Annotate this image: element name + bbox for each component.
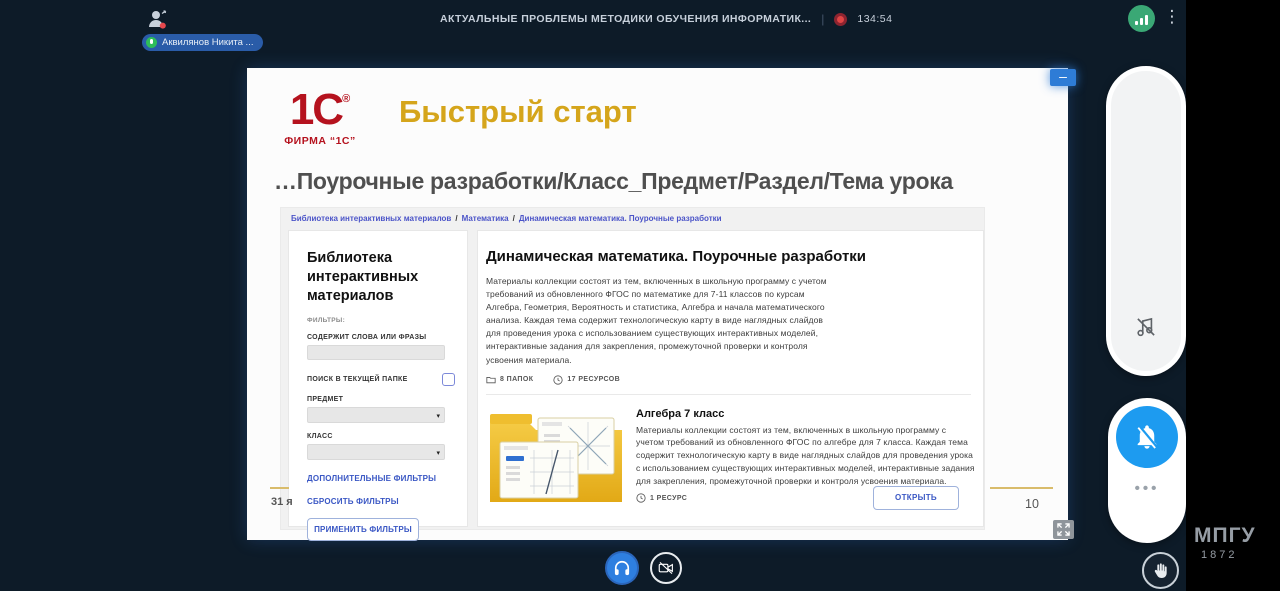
shared-slide: – 1С® ФИРМА “1С” Быстрый старт …Поурочны… (247, 68, 1068, 540)
bell-off-icon (1133, 423, 1161, 451)
fullscreen-icon[interactable] (1053, 520, 1074, 539)
1c-logo: 1С® ФИРМА “1С” (265, 88, 375, 147)
collection-panel: Динамическая математика. Поурочные разра… (477, 230, 984, 527)
chevron-down-icon: ▾ (436, 412, 440, 420)
class-label: КЛАСС (307, 433, 453, 440)
breadcrumb: Библиотека интерактивных материалов / Ма… (281, 208, 984, 228)
divider (486, 394, 971, 395)
participant-pill[interactable]: Аквилянов Никита ... (142, 34, 263, 51)
meeting-topbar: АКТУАЛЬНЫЕ ПРОБЛЕМЫ МЕТОДИКИ ОБУЧЕНИЯ ИН… (440, 8, 893, 30)
registered-mark: ® (342, 93, 350, 105)
search-label: СОДЕРЖИТ СЛОВА ИЛИ ФРАЗЫ (307, 334, 453, 341)
course-card-title[interactable]: Алгебра 7 класс (636, 408, 969, 420)
apply-filters-button[interactable]: ПРИМЕНИТЬ ФИЛЬТРЫ (307, 518, 419, 541)
folder-icon (486, 375, 496, 384)
filters-label: ФИЛЬТРЫ: (307, 317, 453, 324)
camera-off-icon (657, 559, 675, 577)
breadcrumb-separator: / (455, 214, 457, 223)
current-folder-checkbox[interactable] (442, 373, 455, 386)
breadcrumb-link-library[interactable]: Библиотека интерактивных материалов (291, 214, 451, 223)
camera-off-button[interactable] (650, 552, 682, 584)
folders-meta: 8 ПАПОК (486, 375, 533, 384)
library-webpage: Библиотека интерактивных материалов / Ма… (280, 207, 985, 530)
course-card: Алгебра 7 класс Материалы коллекции сост… (486, 400, 969, 518)
1c-logo-text: 1С® (265, 88, 375, 132)
slide-title: Быстрый старт (399, 94, 637, 130)
filters-sidebar: Библиотека интерактивных материалов ФИЛЬ… (288, 230, 468, 527)
meeting-window: МПГУ 1872 АКТУАЛЬНЫЕ ПРОБЛЕМЫ МЕТОДИКИ О… (0, 0, 1280, 591)
breadcrumb-current: Динамическая математика. Поурочные разра… (519, 214, 722, 223)
watermark-title: МПГУ (1194, 524, 1256, 548)
footer-note: 31 я (271, 496, 293, 508)
clock-icon (636, 493, 646, 503)
signal-bar (1145, 15, 1148, 25)
course-card-description: Материалы коллекции состоят из тем, вклю… (636, 424, 976, 488)
class-select[interactable]: ▾ (307, 444, 445, 460)
music-off-icon (1133, 314, 1159, 345)
page-number: 10 (1025, 497, 1039, 511)
subject-select[interactable]: ▾ (307, 407, 445, 423)
more-options-icon[interactable]: ••• (1108, 480, 1186, 497)
chevron-down-icon: ▾ (436, 449, 440, 457)
collection-meta: 8 ПАПОК 17 РЕСУРСОВ (486, 375, 969, 385)
watermark-year: 1872 (1194, 549, 1256, 561)
reset-filters-link[interactable]: СБРОСИТЬ ФИЛЬТРЫ (307, 497, 453, 506)
notifications-muted-button[interactable] (1116, 406, 1178, 468)
course-resources-count: 1 РЕСУРС (650, 495, 687, 502)
meeting-timer: 134:54 (857, 13, 892, 25)
resources-meta: 17 РЕСУРСОВ (553, 375, 620, 385)
extra-filters-link[interactable]: ДОПОЛНИТЕЛЬНЫЕ ФИЛЬТРЫ (307, 474, 453, 483)
headphones-icon (612, 558, 632, 578)
topbar-separator: | (821, 12, 824, 26)
participant-name: Аквилянов Никита ... (162, 37, 253, 48)
audio-output-button[interactable] (605, 551, 639, 585)
signal-bar (1140, 18, 1143, 25)
breadcrumb-separator: / (513, 214, 515, 223)
notification-panel: ••• (1108, 398, 1186, 543)
participant-tile (1106, 66, 1186, 376)
right-letterbox: МПГУ 1872 (1186, 0, 1280, 591)
front-window (500, 442, 578, 498)
resources-count: 17 РЕСУРСОВ (567, 376, 620, 383)
meeting-title: АКТУАЛЬНЫЕ ПРОБЛЕМЫ МЕТОДИКИ ОБУЧЕНИЯ ИН… (440, 13, 811, 25)
search-input[interactable] (307, 345, 445, 360)
folder-thumbnail[interactable] (486, 406, 626, 511)
collection-title: Динамическая математика. Поурочные разра… (486, 247, 906, 267)
presenter-icon (146, 7, 170, 31)
minimize-button[interactable]: – (1050, 69, 1076, 86)
more-menu-icon[interactable]: ⋮ (1162, 4, 1182, 30)
signal-bar (1135, 21, 1138, 25)
1c-logo-caption: ФИРМА “1С” (265, 135, 375, 147)
clock-icon (553, 375, 563, 385)
folders-count: 8 ПАПОК (500, 376, 533, 383)
watermark: МПГУ 1872 (1194, 524, 1256, 561)
connection-quality-icon[interactable] (1128, 5, 1155, 32)
current-folder-label: ПОИСК В ТЕКУЩЕЙ ПАПКЕ (307, 376, 408, 383)
hand-icon (1151, 561, 1170, 580)
raise-hand-button[interactable] (1142, 552, 1179, 589)
open-button[interactable]: ОТКРЫТЬ (873, 486, 959, 510)
library-title: Библиотека интерактивных материалов (307, 249, 453, 306)
footer-rule-right (990, 487, 1053, 489)
subject-label: ПРЕДМЕТ (307, 396, 453, 403)
collection-description: Материалы коллекции состоят из тем, вклю… (486, 275, 831, 367)
mic-on-icon (146, 37, 157, 48)
footer-rule-left (270, 487, 289, 489)
breadcrumb-link-subject[interactable]: Математика (462, 214, 509, 223)
slide-heading: …Поурочные разработки/Класс_Предмет/Разд… (274, 168, 1049, 195)
record-icon (834, 13, 847, 26)
